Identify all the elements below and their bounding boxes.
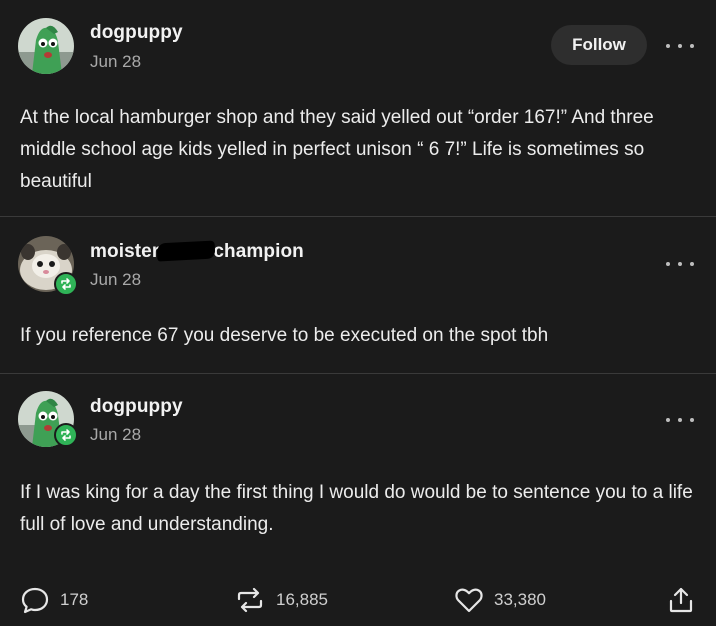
more-options-icon[interactable] — [666, 413, 694, 427]
username[interactable]: moister champion — [90, 240, 304, 263]
username[interactable]: dogpuppy — [90, 396, 183, 418]
follow-button[interactable]: Follow — [551, 25, 647, 65]
username-end: champion — [213, 241, 304, 262]
post-3: dogpuppy Jun 28 If I was king for a day … — [0, 374, 716, 574]
reply-count: 178 — [60, 590, 89, 609]
post-body: If I was king for a day the first thing … — [20, 482, 693, 535]
post-date[interactable]: Jun 28 — [90, 270, 141, 290]
reblog-button[interactable]: 16,885 — [234, 586, 328, 614]
reblog-icon — [61, 278, 71, 290]
post-2: moister champion Jun 28 If you reference … — [0, 217, 716, 373]
post-date[interactable]: Jun 28 — [90, 52, 141, 72]
redaction-mark — [156, 240, 216, 262]
username[interactable]: dogpuppy — [90, 22, 183, 44]
reply-bubble-icon — [21, 587, 49, 614]
reblog-icon — [61, 429, 71, 441]
reblog-count: 16,885 — [276, 590, 328, 609]
post-body: At the local hamburger shop and they sai… — [20, 107, 654, 192]
share-button[interactable] — [668, 586, 694, 614]
reblog-badge — [54, 423, 78, 447]
post-1: dogpuppy Jun 28 Follow At the local hamb… — [0, 0, 716, 216]
username-start: moister — [90, 241, 160, 262]
reblog-icon — [237, 587, 263, 613]
more-options-icon[interactable] — [666, 39, 694, 53]
post-body: If you reference 67 you deserve to be ex… — [20, 325, 549, 346]
reblog-badge — [54, 272, 78, 296]
like-button[interactable]: 33,380 — [454, 586, 546, 614]
avatar[interactable] — [18, 18, 74, 74]
post-date[interactable]: Jun 28 — [90, 425, 141, 445]
like-count: 33,380 — [494, 590, 546, 609]
share-icon — [669, 587, 693, 613]
gumby-avatar-icon — [18, 18, 74, 74]
more-options-icon[interactable] — [666, 257, 694, 271]
reply-button[interactable]: 178 — [20, 586, 88, 614]
heart-icon — [455, 588, 483, 613]
